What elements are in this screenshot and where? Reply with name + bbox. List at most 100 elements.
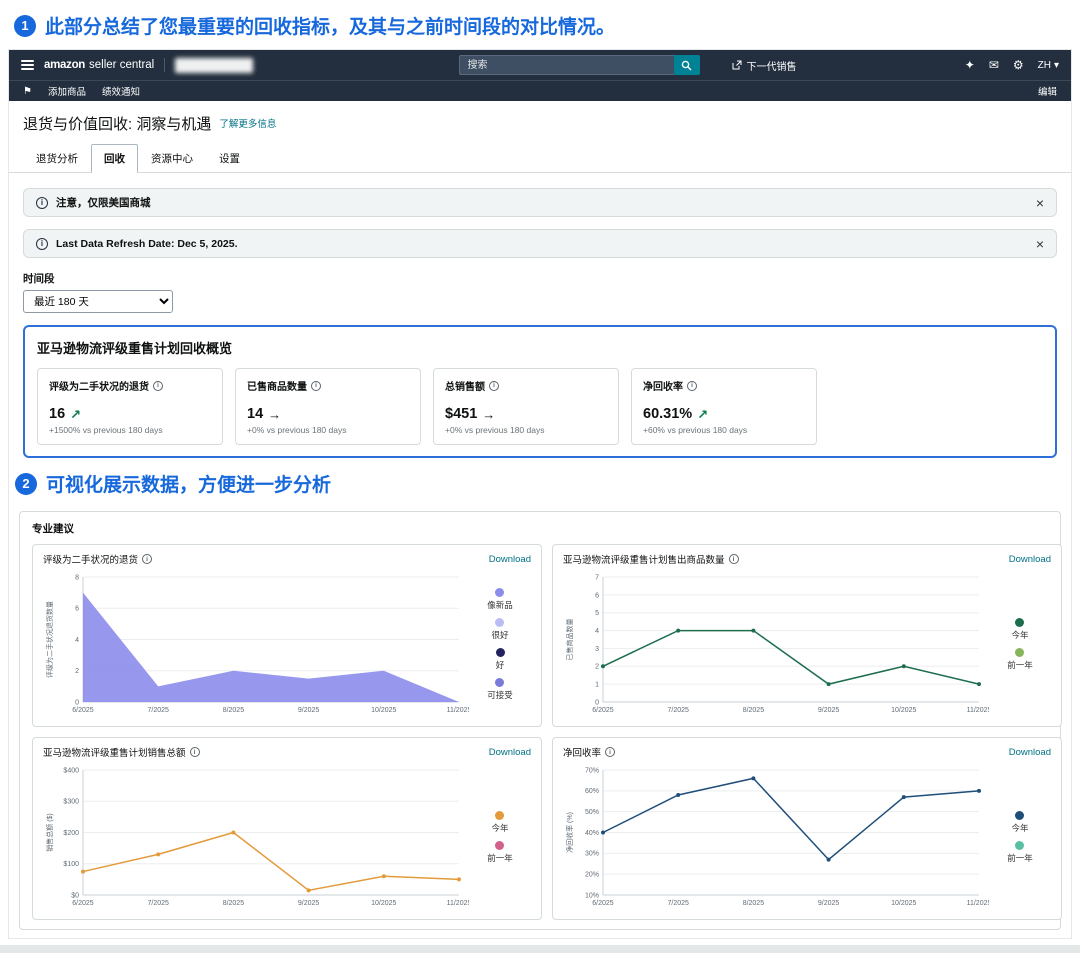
recovery-overview-panel: 亚马逊物流评级重售计划回收概览 评级为二手状况的退货 16↗ +1500% vs… bbox=[23, 325, 1057, 458]
svg-text:6/2025: 6/2025 bbox=[592, 900, 614, 907]
learn-more-link[interactable]: 了解更多信息 bbox=[219, 116, 276, 130]
legend-label: 前一年 bbox=[1007, 659, 1033, 671]
divider bbox=[164, 58, 165, 72]
svg-text:11/2025: 11/2025 bbox=[967, 707, 989, 714]
legend-item[interactable]: 今年 bbox=[491, 811, 508, 834]
svg-text:8/2025: 8/2025 bbox=[743, 900, 765, 907]
legend-item[interactable]: 今年 bbox=[1011, 811, 1028, 834]
sparkle-icon[interactable]: ✦ bbox=[965, 59, 975, 71]
close-icon[interactable] bbox=[1036, 196, 1044, 210]
alert-text: 注意，仅限美国商城 bbox=[56, 195, 151, 210]
info-icon[interactable] bbox=[190, 747, 200, 757]
svg-text:净回收率 (%): 净回收率 (%) bbox=[565, 812, 574, 853]
next-gen-sales-label: 下一代销售 bbox=[747, 58, 797, 73]
next-gen-sales-link[interactable]: 下一代销售 bbox=[732, 58, 797, 73]
svg-text:0: 0 bbox=[75, 699, 79, 706]
svg-text:10/2025: 10/2025 bbox=[891, 707, 916, 714]
svg-text:已售商品数量: 已售商品数量 bbox=[565, 619, 574, 661]
hamburger-menu-icon[interactable] bbox=[21, 60, 34, 70]
search-bar bbox=[459, 55, 700, 75]
download-link[interactable]: Download bbox=[1009, 554, 1051, 565]
chart-card-net-recovery-rate: 净回收率 Download 10%20%30%40%50%60%70%6/202… bbox=[552, 737, 1062, 920]
mail-icon[interactable]: ✉ bbox=[989, 59, 999, 71]
svg-text:2: 2 bbox=[75, 668, 79, 675]
svg-text:9/2025: 9/2025 bbox=[298, 900, 320, 907]
svg-text:3: 3 bbox=[595, 646, 599, 653]
subnav-item-add-products[interactable]: 添加商品 bbox=[48, 84, 86, 98]
info-icon bbox=[36, 238, 48, 250]
legend-item[interactable]: 好 bbox=[496, 648, 505, 671]
annotation-number-badge: 1 bbox=[14, 15, 36, 37]
gear-icon[interactable]: ⚙ bbox=[1013, 59, 1024, 71]
legend-item[interactable]: 像新品 bbox=[487, 588, 513, 611]
language-selector[interactable]: ZH ▾ bbox=[1038, 60, 1059, 71]
svg-text:60%: 60% bbox=[585, 788, 599, 795]
legend-item[interactable]: 今年 bbox=[1011, 618, 1028, 641]
tab-resource-center[interactable]: 资源中心 bbox=[138, 144, 206, 173]
svg-text:7: 7 bbox=[595, 574, 599, 581]
tab-returns-analysis[interactable]: 退货分析 bbox=[23, 144, 91, 173]
legend-label: 很好 bbox=[491, 629, 508, 641]
info-icon[interactable] bbox=[729, 554, 739, 564]
legend-item[interactable]: 很好 bbox=[491, 618, 508, 641]
legend-item[interactable]: 可接受 bbox=[487, 678, 513, 701]
legend-dot bbox=[1015, 618, 1024, 627]
info-icon[interactable] bbox=[687, 381, 697, 391]
info-icon[interactable] bbox=[142, 554, 152, 564]
search-button[interactable] bbox=[674, 55, 700, 75]
metric-compare: +0% vs previous 180 days bbox=[445, 425, 607, 435]
edit-link[interactable]: 编辑 bbox=[1038, 84, 1057, 98]
svg-text:10/2025: 10/2025 bbox=[371, 900, 396, 907]
metric-compare: +1500% vs previous 180 days bbox=[49, 425, 211, 435]
svg-text:9/2025: 9/2025 bbox=[298, 707, 320, 714]
svg-text:40%: 40% bbox=[585, 830, 599, 837]
svg-text:7/2025: 7/2025 bbox=[667, 707, 689, 714]
info-icon[interactable] bbox=[311, 381, 321, 391]
info-icon[interactable] bbox=[153, 381, 163, 391]
legend-dot bbox=[495, 588, 504, 597]
search-input[interactable] bbox=[459, 55, 674, 75]
amazon-seller-central-logo[interactable]: amazon seller central bbox=[44, 59, 154, 71]
time-period-select[interactable]: 最近 180 天 bbox=[23, 290, 173, 313]
chevron-down-icon: ▾ bbox=[1054, 60, 1059, 71]
info-icon[interactable] bbox=[605, 747, 615, 757]
tab-settings[interactable]: 设置 bbox=[206, 144, 253, 173]
download-link[interactable]: Download bbox=[489, 554, 531, 565]
marketplace-flag-icon[interactable]: ⚑ bbox=[23, 86, 32, 97]
language-label: ZH bbox=[1038, 60, 1051, 71]
svg-text:$0: $0 bbox=[71, 892, 79, 899]
legend-item[interactable]: 前一年 bbox=[1007, 841, 1033, 864]
close-icon[interactable] bbox=[1036, 237, 1044, 251]
svg-text:9/2025: 9/2025 bbox=[818, 900, 840, 907]
legend-label: 今年 bbox=[491, 822, 508, 834]
legend-label: 前一年 bbox=[1007, 852, 1033, 864]
chart-canvas-line: 012345676/20257/20258/20259/202510/20251… bbox=[563, 569, 989, 719]
download-link[interactable]: Download bbox=[489, 747, 531, 758]
svg-text:$200: $200 bbox=[63, 830, 79, 837]
chart-title: 亚马逊物流评级重售计划销售总额 bbox=[43, 745, 200, 759]
info-icon[interactable] bbox=[489, 381, 499, 391]
annotation-note-2: 2 可视化展示数据，方便进一步分析 bbox=[9, 458, 1071, 506]
legend-item[interactable]: 前一年 bbox=[1007, 648, 1033, 671]
legend-dot bbox=[495, 618, 504, 627]
chart-title: 亚马逊物流评级重售计划售出商品数量 bbox=[563, 552, 739, 566]
svg-text:6/2025: 6/2025 bbox=[72, 707, 94, 714]
metric-card-total-sales: 总销售额 $451→ +0% vs previous 180 days bbox=[433, 368, 619, 445]
legend-item[interactable]: 前一年 bbox=[487, 841, 513, 864]
trend-arrow-icon: ↗ bbox=[697, 408, 708, 421]
chart-canvas-line: $0$100$200$300$4006/20257/20258/20259/20… bbox=[43, 762, 469, 912]
subnav-item-performance-notifications[interactable]: 绩效通知 bbox=[102, 84, 140, 98]
chart-legend: 今年前一年 bbox=[469, 811, 531, 864]
svg-text:4: 4 bbox=[595, 628, 599, 635]
svg-text:20%: 20% bbox=[585, 872, 599, 879]
legend-label: 像新品 bbox=[487, 599, 513, 611]
svg-text:0: 0 bbox=[595, 699, 599, 706]
metric-compare: +60% vs previous 180 days bbox=[643, 425, 805, 435]
legend-dot bbox=[495, 841, 504, 850]
svg-text:6: 6 bbox=[595, 592, 599, 599]
info-icon bbox=[36, 197, 48, 209]
metric-card-units-sold: 已售商品数量 14→ +0% vs previous 180 days bbox=[235, 368, 421, 445]
download-link[interactable]: Download bbox=[1009, 747, 1051, 758]
tab-recovery[interactable]: 回收 bbox=[91, 144, 138, 173]
external-link-icon bbox=[732, 60, 742, 70]
